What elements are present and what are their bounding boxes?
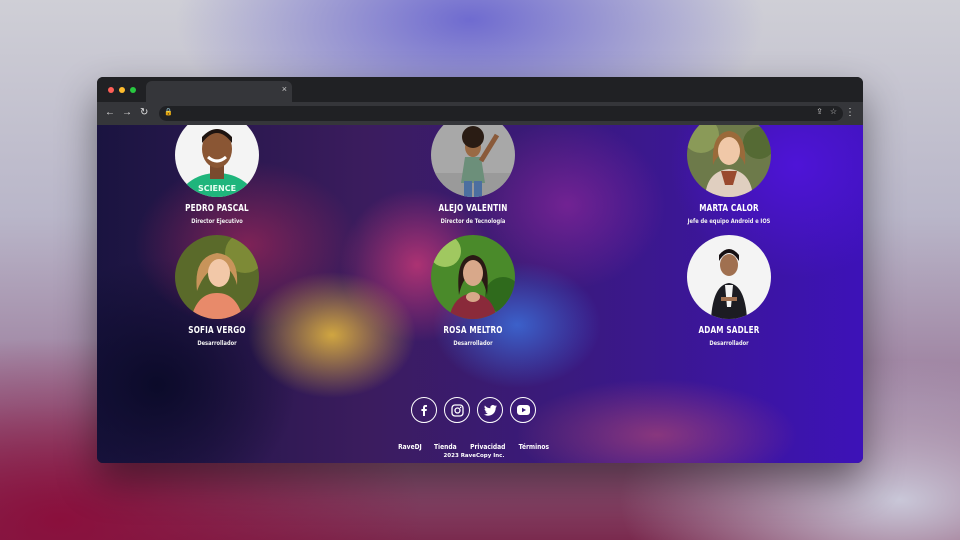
- svg-text:SCIENCE: SCIENCE: [198, 184, 236, 193]
- instagram-icon: [450, 403, 464, 417]
- share-icon[interactable]: ⇪: [816, 107, 823, 116]
- avatar: [687, 235, 771, 319]
- browser-tab[interactable]: ×: [146, 81, 292, 102]
- team-member-card: SCIENCE PEDRO PASCAL Director Ejecutivo: [137, 125, 297, 225]
- member-role: Jefe de equipo Android e IOS: [687, 218, 771, 225]
- avatar: SCIENCE: [175, 125, 259, 197]
- team-member-card: ROSA MELTRO Desarrollador: [393, 235, 553, 347]
- lock-icon[interactable]: 🔒: [164, 108, 173, 116]
- team-member-card: ADAM SADLER Desarrollador: [649, 235, 809, 347]
- footer-link-terminos[interactable]: Términos: [519, 443, 549, 451]
- footer-link-privacidad[interactable]: Privacidad: [470, 443, 505, 451]
- twitter-icon: [483, 404, 497, 416]
- team-member-card: SOFIA VERGO Desarrollador: [137, 235, 297, 347]
- title-bar: ×: [97, 77, 863, 102]
- avatar: [431, 235, 515, 319]
- member-role: Desarrollador: [453, 340, 493, 347]
- facebook-link[interactable]: [411, 397, 437, 423]
- member-role: Desarrollador: [709, 340, 749, 347]
- member-name: ADAM SADLER: [698, 325, 760, 336]
- twitter-link[interactable]: [477, 397, 503, 423]
- tab-close-icon[interactable]: ×: [282, 84, 287, 94]
- team-member-card: MARTA CALOR Jefe de equipo Android e IOS: [649, 125, 809, 225]
- footer-link-tienda[interactable]: Tienda: [434, 443, 457, 451]
- avatar: [175, 235, 259, 319]
- youtube-link[interactable]: [510, 397, 536, 423]
- maximize-window-button[interactable]: [130, 87, 136, 93]
- back-arrow-icon[interactable]: ←: [105, 106, 115, 120]
- instagram-link[interactable]: [444, 397, 470, 423]
- copyright: 2023 RaveCopy Inc.: [443, 453, 505, 459]
- member-role: Desarrollador: [197, 340, 237, 347]
- footer-links: RaveDJ Tienda Privacidad Términos: [377, 436, 571, 451]
- footer-link-ravedj[interactable]: RaveDJ: [398, 443, 422, 451]
- browser-toolbar: ← → ↻ 🔒 ⇪ ☆ ⋮: [97, 102, 863, 125]
- member-name: PEDRO PASCAL: [185, 203, 249, 214]
- avatar: [687, 125, 771, 197]
- browser-window: × ← → ↻ 🔒 ⇪ ☆ ⋮ SCIENCE PEDRO PASCAL Dir…: [97, 77, 863, 463]
- avatar: [431, 125, 515, 197]
- member-role: Director Ejecutivo: [191, 218, 243, 225]
- minimize-window-button[interactable]: [119, 87, 125, 93]
- social-links: [411, 397, 537, 425]
- member-name: SOFIA VERGO: [188, 325, 246, 336]
- bookmark-star-icon[interactable]: ☆: [830, 107, 837, 116]
- member-name: ROSA MELTRO: [443, 325, 503, 336]
- close-window-button[interactable]: [108, 87, 114, 93]
- page-viewport: SCIENCE PEDRO PASCAL Director Ejecutivo: [97, 125, 863, 463]
- facebook-icon: [421, 405, 427, 416]
- address-bar[interactable]: 🔒 ⇪ ☆: [159, 106, 843, 121]
- team-member-card: ALEJO VALENTIN Director de Tecnología: [393, 125, 553, 225]
- member-role: Director de Tecnología: [440, 218, 506, 225]
- reload-icon[interactable]: ↻: [140, 106, 148, 120]
- youtube-icon: [516, 405, 530, 415]
- forward-arrow-icon[interactable]: →: [122, 106, 132, 120]
- browser-menu-icon[interactable]: ⋮: [845, 106, 855, 120]
- member-name: ALEJO VALENTIN: [438, 203, 508, 214]
- member-name: MARTA CALOR: [699, 203, 759, 214]
